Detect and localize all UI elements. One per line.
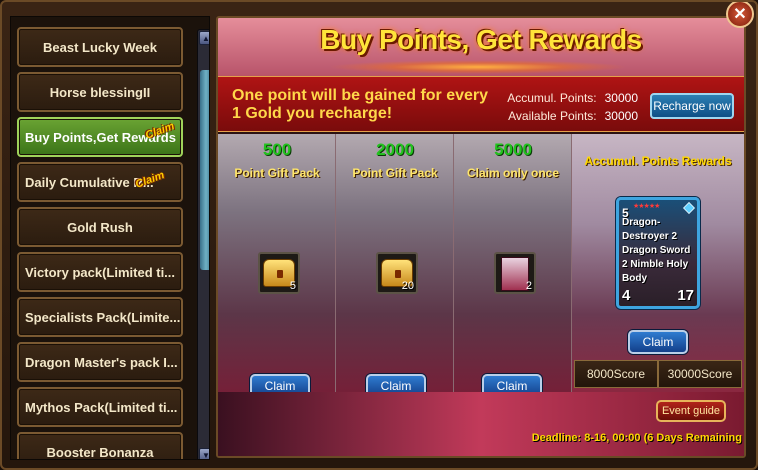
title-flare [328, 60, 628, 74]
scroll-up-icon[interactable]: ▲ [199, 31, 209, 45]
pack-points: 500 [262, 140, 292, 159]
pack-points: 2000 [376, 140, 414, 159]
sidebar-item-daily-cumulative[interactable]: Daily Cumulative R... Claim [17, 162, 183, 202]
pack-title: Point Gift Pack [352, 166, 438, 180]
item-count: 2 [525, 280, 532, 292]
close-icon[interactable]: ✕ [726, 2, 754, 28]
sidebar-item-buy-points[interactable]: Buy Points,Get Rewards Claim [17, 117, 183, 157]
score-tab-8000[interactable]: 8000Score [574, 360, 658, 388]
pack-column-2000: 2000 Point Gift Pack 20 Claim [336, 134, 454, 398]
item-count: 5 [289, 280, 296, 292]
footer-bar: Event guide Deadline: 8-16, 00:00 (6 Day… [218, 392, 744, 456]
item-count: 20 [401, 280, 414, 292]
points-rule-text: One point will be gained for every 1 Gol… [232, 87, 489, 122]
reward-claim-button[interactable]: Claim [628, 330, 688, 354]
pack-title: Point Gift Pack [234, 166, 320, 180]
sidebar-item-beast-lucky-week[interactable]: Beast Lucky Week [17, 27, 183, 67]
star-rating-icon: ★★★★★ [633, 203, 660, 210]
score-tab-30000[interactable]: 30000Score [658, 360, 742, 388]
sidebar-item-gold-rush[interactable]: Gold Rush [17, 207, 183, 247]
sidebar-item-specialists-pack[interactable]: Specialists Pack(Limite... [17, 297, 183, 337]
sidebar-scrollbar[interactable]: ▲ ▼ [197, 29, 209, 459]
page-title: Buy Points, Get Rewards [320, 24, 642, 55]
accumulated-rewards-column: Accumul. Points Rewards ★★★★★ 5 Dragon-D… [572, 134, 744, 392]
hero-card[interactable]: ★★★★★ 5 Dragon-Destroyer 2 Dragon Sword … [616, 197, 700, 309]
main-panel: Buy Points, Get Rewards One point will b… [216, 16, 746, 458]
card-skills: Dragon-Destroyer 2 Dragon Sword 2 Nimble… [622, 217, 691, 284]
scroll-down-icon[interactable]: ▼ [199, 448, 209, 459]
event-guide-button[interactable]: Event guide [656, 400, 726, 422]
sidebar-item-mythos-pack[interactable]: Mythos Pack(Limited ti... [17, 387, 183, 427]
reward-columns: 500 Point Gift Pack 5 Claim 2000 Point G… [218, 134, 744, 398]
sidebar-item-dragon-master-pack[interactable]: Dragon Master's pack I... [17, 342, 183, 382]
available-points: Available Points: 30000 [508, 109, 638, 123]
points-info-bar: One point will be gained for every 1 Gol… [218, 76, 744, 132]
sidebar-item-horse-blessing[interactable]: Horse blessingII [17, 72, 183, 112]
pack-points: 5000 [494, 140, 532, 159]
sidebar-item-victory-pack[interactable]: Victory pack(Limited ti... [17, 252, 183, 292]
pack-item-slot[interactable]: 5 [258, 252, 300, 294]
accumulated-points: Accumul. Points: 30000 [507, 91, 638, 105]
card-health: 17 [677, 287, 694, 304]
rewards-title: Accumul. Points Rewards [584, 154, 732, 168]
card-attack: 4 [622, 287, 631, 304]
activity-window: Beast Lucky Week Horse blessingII Buy Po… [0, 0, 758, 470]
pack-item-slot[interactable]: 20 [376, 252, 418, 294]
gem-icon [683, 202, 695, 214]
deadline-text: Deadline: 8-16, 00:00 (6 Days Remaining [531, 432, 742, 444]
hero-portrait-icon [501, 257, 529, 291]
activity-sidebar: Beast Lucky Week Horse blessingII Buy Po… [10, 16, 210, 460]
pack-column-500: 500 Point Gift Pack 5 Claim [218, 134, 336, 398]
pack-item-slot[interactable]: 2 [494, 252, 536, 294]
pack-column-5000: 5000 Claim only once 2 Claim [454, 134, 572, 398]
score-tabs: 8000Score 30000Score [574, 360, 742, 388]
sidebar-item-booster-bonanza[interactable]: Booster Bonanza [17, 432, 183, 459]
recharge-now-button[interactable]: Recharge now [650, 93, 734, 119]
title-banner: Buy Points, Get Rewards [218, 18, 744, 76]
pack-title: Claim only once [466, 166, 560, 180]
scroll-thumb[interactable] [200, 70, 209, 270]
